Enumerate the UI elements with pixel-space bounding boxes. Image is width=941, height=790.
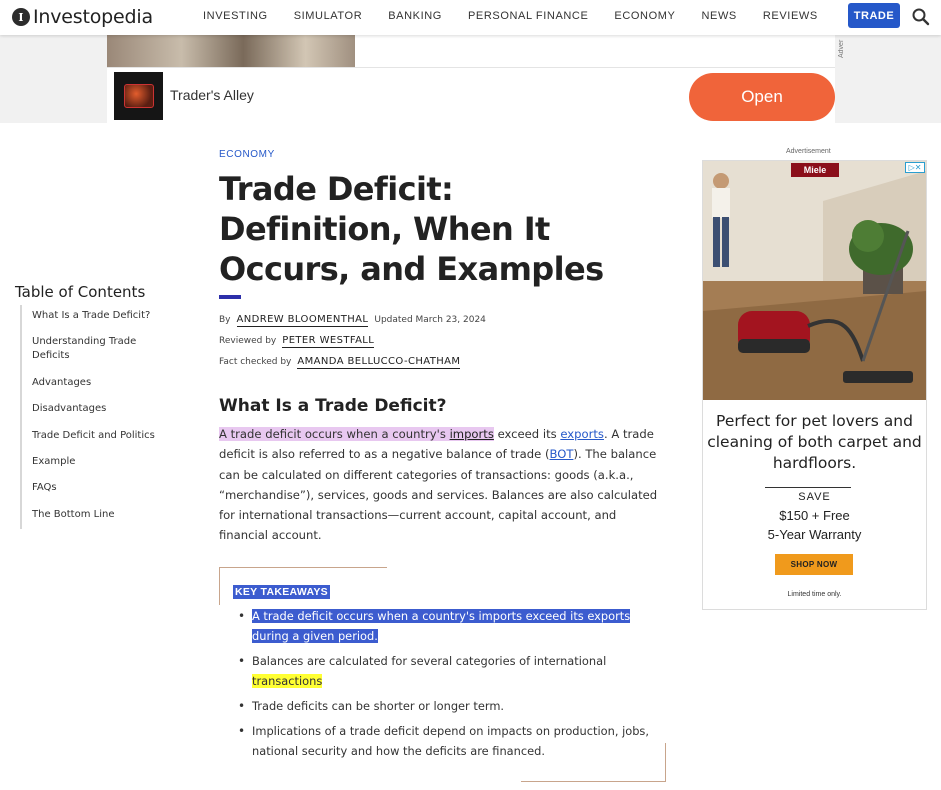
takeaways-border-top (219, 567, 387, 568)
right-ad-save: SAVE (798, 491, 831, 503)
toc-item-faqs[interactable]: FAQs (32, 481, 167, 495)
nav-banking[interactable]: BANKING (388, 10, 442, 22)
logo-text: Investopedia (33, 6, 153, 28)
imports-link[interactable]: imports (450, 427, 494, 441)
highlight-purple: A trade deficit occurs when a country's … (219, 427, 494, 441)
highlight-yellow: transactions (252, 674, 323, 688)
title-divider (219, 295, 241, 299)
right-ad[interactable]: Miele ▷✕ Perfect for pet lovers and clea… (702, 160, 927, 610)
takeaway-item: Balances are calculated for several cate… (236, 651, 656, 691)
top-ad-side-label: Adver (838, 39, 845, 58)
right-ad-offer-price: $150 + Free (779, 508, 850, 523)
byline-reviewer: Reviewed by PETER WESTFALL (219, 335, 380, 348)
takeaways-border-left (219, 567, 220, 605)
top-ad-image[interactable] (107, 35, 355, 67)
right-ad-divider (765, 487, 851, 488)
takeaway-item: Implications of a trade deficit depend o… (236, 721, 656, 761)
nav-simulator[interactable]: SIMULATOR (294, 10, 363, 22)
bot-link[interactable]: BOT (549, 447, 573, 461)
right-ad-copy: Perfect for pet lovers and cleaning of b… (707, 412, 922, 472)
toc-item-example[interactable]: Example (32, 455, 167, 469)
byline-factchecker: Fact checked by AMANDA BELLUCCO-CHATHAM (219, 356, 466, 369)
nav-reviews[interactable]: REVIEWS (763, 10, 818, 22)
top-ad-bar[interactable]: Trader's Alley Open (107, 67, 835, 123)
reviewed-label: Reviewed by (219, 336, 277, 346)
key-takeaways-title: KEY TAKEAWAYS (233, 585, 330, 599)
toc-title: Table of Contents (15, 283, 146, 301)
factchecker-link[interactable]: AMANDA BELLUCCO-CHATHAM (297, 356, 461, 369)
toc-item-politics[interactable]: Trade Deficit and Politics (32, 429, 167, 443)
factcheck-label: Fact checked by (219, 357, 292, 367)
right-ad-offer-warranty: 5-Year Warranty (767, 527, 862, 542)
right-ad-disclaimer: Limited time only. (787, 591, 842, 598)
trade-button[interactable]: TRADE (848, 3, 900, 28)
article-title: Trade Deficit: Definition, When It Occur… (219, 170, 604, 288)
top-ad-blank (355, 35, 835, 67)
toc-item-understanding[interactable]: Understanding Trade Deficits (32, 335, 167, 363)
search-icon[interactable] (910, 6, 932, 28)
exports-link[interactable]: exports (560, 427, 604, 441)
byline-author: By ANDREW BLOOMENTHAL Updated March 23, … (219, 314, 486, 327)
takeaways-border-bottom (521, 781, 666, 782)
by-label: By (219, 315, 231, 325)
toc-list: What Is a Trade Deficit? Understanding T… (20, 305, 170, 529)
author-link[interactable]: ANDREW BLOOMENTHAL (236, 314, 369, 327)
miele-logo: Miele (791, 163, 839, 177)
nav-news[interactable]: NEWS (701, 10, 736, 22)
nav-economy[interactable]: ECONOMY (614, 10, 675, 22)
toc-item-advantages[interactable]: Advantages (32, 376, 167, 390)
top-nav: I Investopedia INVESTING SIMULATOR BANKI… (0, 0, 941, 35)
logo-mark-icon: I (12, 8, 30, 26)
toc-item-what-is[interactable]: What Is a Trade Deficit? (32, 309, 167, 323)
top-ad-open-button[interactable]: Open (689, 73, 835, 121)
adchoices-icon[interactable]: ▷✕ (905, 162, 925, 173)
reviewer-link[interactable]: PETER WESTFALL (282, 335, 375, 348)
nav-investing[interactable]: INVESTING (203, 10, 268, 22)
traders-alley-logo-icon (114, 72, 163, 120)
investopedia-logo[interactable]: I Investopedia (12, 6, 153, 28)
main-nav: INVESTING SIMULATOR BANKING PERSONAL FIN… (203, 10, 844, 22)
vacuum-ad-image[interactable]: Miele ▷✕ (703, 161, 926, 400)
toc-item-bottom-line[interactable]: The Bottom Line (32, 508, 167, 522)
takeaway-item: A trade deficit occurs when a country's … (236, 606, 656, 646)
intro-paragraph: A trade deficit occurs when a country's … (219, 427, 658, 543)
right-ad-label: Advertisement (786, 148, 831, 155)
toc-item-disadvantages[interactable]: Disadvantages (32, 402, 167, 416)
nav-personal-finance[interactable]: PERSONAL FINANCE (468, 10, 588, 22)
takeaway-item: Trade deficits can be shorter or longer … (236, 696, 656, 716)
shop-now-button[interactable]: SHOP NOW (775, 554, 853, 575)
takeaways-border-right (665, 743, 666, 782)
article-category[interactable]: ECONOMY (219, 149, 275, 160)
top-ad-advertiser: Trader's Alley (170, 87, 254, 103)
updated-date: Updated March 23, 2024 (374, 315, 486, 325)
section-heading: What Is a Trade Deficit? (219, 396, 447, 416)
